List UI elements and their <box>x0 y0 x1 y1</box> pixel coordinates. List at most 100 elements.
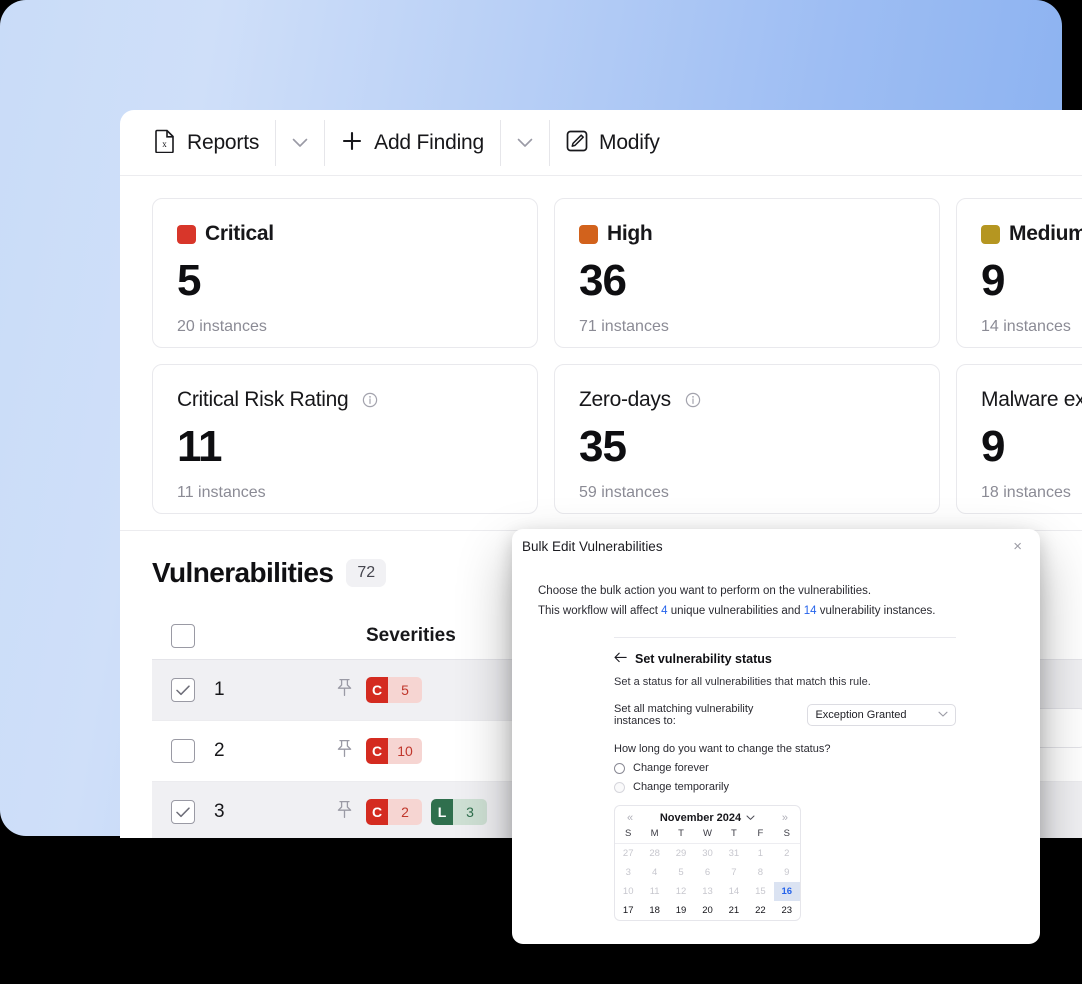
reports-button[interactable]: x Reports <box>138 120 275 166</box>
pin-cell[interactable] <box>322 739 366 763</box>
calendar-day[interactable]: 11 <box>641 882 667 901</box>
rule-subtitle: Set a status for all vulnerabilities tha… <box>614 676 871 689</box>
radio-change-temporarily[interactable]: Change temporarily <box>614 781 956 793</box>
severity-badge-count: 10 <box>388 738 422 764</box>
add-finding-label: Add Finding <box>374 130 485 154</box>
pin-icon <box>336 678 353 702</box>
calendar-day[interactable]: 17 <box>615 901 641 920</box>
stat-card-subtext: 14 instances <box>981 318 1071 335</box>
row-number: 3 <box>214 801 225 822</box>
row-number: 1 <box>214 679 225 700</box>
calendar-day[interactable]: 19 <box>668 901 694 920</box>
pin-cell[interactable] <box>322 800 366 824</box>
stat-card-row-metrics: Critical Risk Rating 11 11 instances Zer… <box>152 364 1082 514</box>
pin-cell[interactable] <box>322 678 366 702</box>
stat-card-malware-exploited[interactable]: Malware expl 9 18 instances <box>956 364 1082 514</box>
calendar-day[interactable]: 13 <box>694 882 720 901</box>
severity-swatch-critical <box>177 224 196 244</box>
stat-card-medium[interactable]: Medium 9 14 instances <box>956 198 1082 348</box>
add-finding-button[interactable]: Add Finding <box>325 120 500 166</box>
calendar-day[interactable]: 8 <box>747 863 773 882</box>
calendar-header: « November 2024 » <box>615 806 800 828</box>
calendar-day[interactable]: 10 <box>615 882 641 901</box>
stat-card-critical[interactable]: Critical 5 20 instances <box>152 198 538 348</box>
row-checkbox[interactable] <box>171 739 195 763</box>
row-select-cell <box>152 800 214 824</box>
calendar-dow: M <box>650 828 659 840</box>
calendar-day-selected[interactable]: 16 <box>773 882 800 902</box>
affect-middle: unique vulnerabilities and <box>667 605 804 618</box>
calendar-day[interactable]: 30 <box>694 844 720 863</box>
dialog-title: Bulk Edit Vulnerabilities <box>522 538 663 554</box>
calendar-day[interactable]: 28 <box>641 844 667 863</box>
radio-change-forever[interactable]: Change forever <box>614 762 956 774</box>
calendar-day[interactable]: 2 <box>774 844 800 863</box>
close-icon[interactable]: × <box>1009 536 1026 557</box>
select-all-checkbox[interactable] <box>171 624 195 648</box>
calendar-day[interactable]: 12 <box>668 882 694 901</box>
calendar-day[interactable]: 15 <box>747 882 773 901</box>
next-month-button[interactable]: » <box>778 812 792 824</box>
calendar-day[interactable]: 21 <box>721 901 747 920</box>
prev-month-button[interactable]: « <box>623 812 637 824</box>
vulnerabilities-count-badge: 72 <box>346 559 387 587</box>
pin-icon <box>336 800 353 824</box>
stat-card-value: 36 <box>579 256 627 305</box>
stat-card-title: High <box>607 222 653 245</box>
reports-dropdown-toggle[interactable] <box>275 119 326 166</box>
calendar-week: 10 11 12 13 14 15 16 <box>615 882 800 902</box>
calendar-day[interactable]: 5 <box>668 863 694 882</box>
calendar-month-label: November 2024 <box>659 812 742 825</box>
add-finding-dropdown-toggle[interactable] <box>500 119 551 166</box>
row-checkbox[interactable] <box>171 800 195 824</box>
calendar-day[interactable]: 6 <box>694 863 720 882</box>
calendar-day[interactable]: 9 <box>774 863 800 882</box>
rule-panel: Set vulnerability status Set a status fo… <box>614 637 956 922</box>
severity-swatch-medium <box>981 224 1000 244</box>
info-icon[interactable] <box>362 392 378 408</box>
severity-badge-key: C <box>366 677 388 703</box>
calendar-week: 3 4 5 6 7 8 9 <box>615 863 800 882</box>
calendar-day[interactable]: 4 <box>641 863 667 882</box>
date-picker-calendar: « November 2024 » S M T W T F S 27 28 29… <box>614 805 801 922</box>
calendar-month-selector[interactable]: November 2024 <box>660 812 755 824</box>
calendar-day[interactable]: 29 <box>668 844 694 863</box>
row-checkbox[interactable] <box>171 678 195 702</box>
dialog-header: Bulk Edit Vulnerabilities × <box>512 529 1040 563</box>
severity-badge-count: 2 <box>388 799 422 825</box>
stat-card-high[interactable]: High 36 71 instances <box>554 198 940 348</box>
stat-card-title: Zero-days <box>579 388 671 411</box>
calendar-day[interactable]: 1 <box>747 844 773 863</box>
calendar-day[interactable]: 23 <box>774 901 800 920</box>
modify-button[interactable]: Modify <box>550 120 676 166</box>
stat-card-zero-days[interactable]: Zero-days 35 59 instances <box>554 364 940 514</box>
calendar-day[interactable]: 3 <box>615 863 641 882</box>
calendar-day[interactable]: 20 <box>694 901 720 920</box>
calendar-day[interactable]: 27 <box>615 844 641 863</box>
stat-card-value: 9 <box>981 256 1005 305</box>
affect-suffix: vulnerability instances. <box>816 605 936 618</box>
spreadsheet-icon: x <box>154 129 176 156</box>
calendar-day[interactable]: 18 <box>641 901 667 920</box>
severity-swatch-high <box>579 224 598 244</box>
toolbar: x Reports Add Finding Modify <box>120 110 1082 176</box>
bulk-edit-dialog: Bulk Edit Vulnerabilities × Choose the b… <box>512 529 1040 944</box>
info-icon[interactable] <box>685 392 701 408</box>
calendar-dow: T <box>678 828 684 840</box>
stat-card-subtext: 20 instances <box>177 318 267 335</box>
calendar-dow: W <box>703 828 712 840</box>
back-arrow-icon[interactable] <box>614 650 627 668</box>
stat-card-title: Medium <box>1009 222 1082 245</box>
stat-card-critical-risk-rating[interactable]: Critical Risk Rating 11 11 instances <box>152 364 538 514</box>
calendar-day[interactable]: 7 <box>721 863 747 882</box>
status-select[interactable]: Exception Granted <box>807 704 956 727</box>
calendar-day[interactable]: 22 <box>747 901 773 920</box>
stat-card-subtext: 18 instances <box>981 484 1071 501</box>
svg-text:x: x <box>162 139 167 149</box>
calendar-dow: S <box>783 828 790 840</box>
calendar-day[interactable]: 14 <box>721 882 747 901</box>
calendar-day[interactable]: 31 <box>721 844 747 863</box>
reports-label: Reports <box>187 130 260 154</box>
stat-card-subtext: 59 instances <box>579 484 669 501</box>
stat-card-subtext: 11 instances <box>177 484 266 501</box>
